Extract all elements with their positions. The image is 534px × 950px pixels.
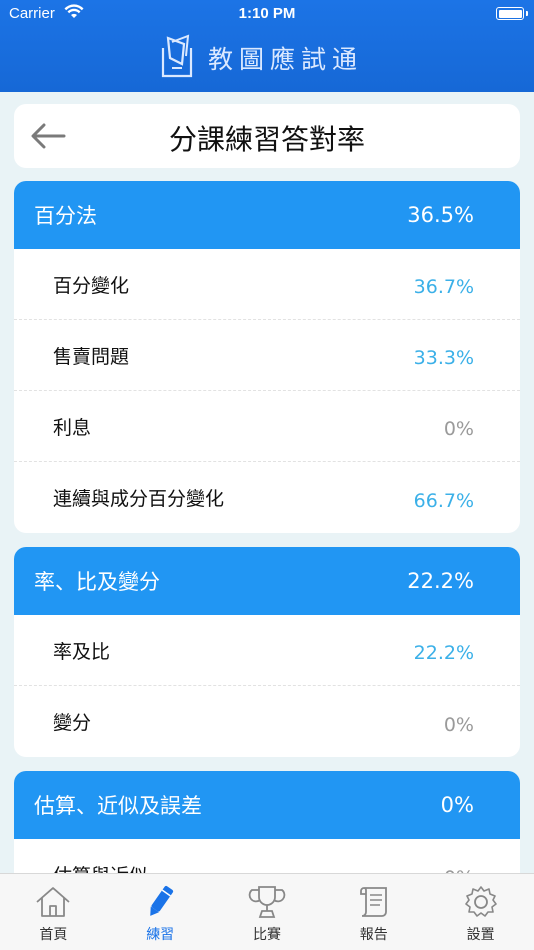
item-label: 變分 (53, 712, 92, 734)
home-icon (36, 887, 70, 917)
scroll-icon (359, 887, 387, 917)
trophy-icon (248, 886, 286, 918)
item-label: 率及比 (53, 640, 111, 663)
tab-practice[interactable]: 練習 (107, 874, 214, 950)
tab-report[interactable]: 報告 (320, 874, 427, 950)
list-item[interactable]: 率及比 22.2% (14, 615, 520, 686)
clock: 1:10 PM (238, 5, 296, 22)
pencil-icon (150, 885, 174, 916)
section-title: 百分法 (34, 204, 97, 228)
app-brand: 教圖應試通 (160, 34, 363, 82)
list-item[interactable]: 連續與成分百分變化 66.7% (14, 462, 520, 533)
tab-label: 報告 (359, 927, 388, 943)
section-title: 估算、近似及誤差 (34, 794, 202, 818)
status-bar: Carrier 1:10 PM (0, 0, 534, 28)
section-estimation: 估算、近似及誤差 0% 估算與近似0% (14, 771, 520, 873)
top-bar: Carrier 1:10 PM 教圖應試通 (0, 0, 534, 92)
tab-label: 設置 (466, 927, 495, 943)
item-rate: 0% (443, 713, 474, 736)
section-header: 率、比及變分 22.2% (14, 547, 520, 615)
section-header: 百分法 36.5% (14, 181, 520, 249)
item-rate: 22.2% (413, 642, 474, 664)
item-label: 百分變化 (53, 274, 130, 297)
logo-icon (160, 34, 194, 82)
battery-icon (496, 7, 528, 20)
item-label: 售賣問題 (53, 345, 130, 368)
page-header: 分課練習答對率 (14, 104, 520, 168)
item-rate: 0% (443, 418, 474, 440)
list-item[interactable]: 百分變化 36.7% (14, 249, 520, 320)
app-title: 教圖應試通 (208, 45, 364, 74)
item-label: 連續與成分百分變化 (53, 488, 225, 510)
tab-label: 練習 (146, 927, 175, 943)
tab-bar: 首頁 練習 比賽 報告 設置 (0, 873, 534, 950)
sections-list[interactable]: 百分法 36.5% 百分變化 36.7% 售賣問題 33.3% 利息 0% 連續與成分… (0, 181, 534, 873)
section-percentages: 百分法 36.5% 百分變化 36.7% 售賣問題 33.3% 利息 0% 連續與成分… (14, 181, 520, 533)
section-rate: 0% (440, 793, 474, 817)
page-title: 分課練習答對率 (168, 123, 365, 156)
list-item[interactable]: 變分 0% (14, 686, 520, 757)
section-rate: 36.5% (407, 203, 474, 227)
tab-settings[interactable]: 設置 (427, 874, 534, 950)
tab-home[interactable]: 首頁 (0, 874, 107, 950)
item-rate: 33.3% (413, 347, 474, 369)
section-title: 率、比及變分 (34, 570, 160, 594)
tab-competition[interactable]: 比賽 (214, 874, 321, 950)
gear-icon (464, 886, 497, 917)
list-item[interactable]: 售賣問題 33.3% (14, 320, 520, 391)
item-label: 估算與近似 (53, 861, 148, 873)
item-label: 利息 (53, 416, 92, 439)
item-rate: 66.7% (413, 489, 474, 512)
tab-label: 比賽 (252, 927, 281, 943)
item-rate: 36.7% (413, 276, 474, 298)
tab-label: 首頁 (39, 927, 68, 943)
section-rate: 22.2% (407, 569, 474, 593)
section-header: 估算、近似及誤差 0% (14, 771, 520, 839)
list-item[interactable]: 估算與近似0% (14, 839, 520, 873)
section-rate-ratio: 率、比及變分 22.2% 率及比 22.2% 變分 0% (14, 547, 520, 757)
list-item[interactable]: 利息 0% (14, 391, 520, 462)
